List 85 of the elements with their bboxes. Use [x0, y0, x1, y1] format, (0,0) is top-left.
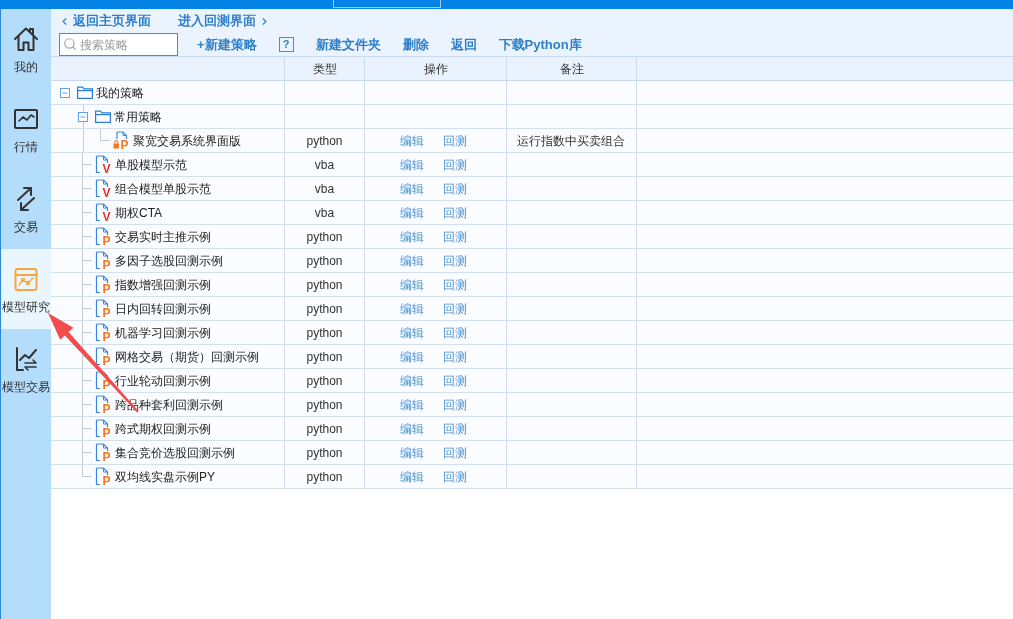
action-link[interactable]: 回测 — [443, 323, 467, 342]
action-link[interactable]: 回测 — [443, 419, 467, 438]
action-link[interactable]: 回测 — [443, 347, 467, 366]
table-cell-text: python — [306, 372, 343, 390]
action-link[interactable]: 编辑 — [400, 323, 424, 342]
tree-item-label[interactable]: 日内回转回测示例 — [115, 299, 211, 318]
action-link[interactable]: 编辑 — [400, 275, 424, 294]
action-link[interactable]: 编辑 — [400, 371, 424, 390]
collapse-icon[interactable] — [60, 87, 70, 98]
search-field[interactable]: 搜索策略 — [59, 33, 178, 56]
search-icon — [63, 37, 77, 51]
action-link[interactable]: 回测 — [443, 275, 467, 294]
table-cell-text: python — [306, 444, 343, 462]
action-link[interactable]: 回测 — [443, 443, 467, 462]
table-cell-text: vba — [314, 180, 335, 198]
table-cell-text: python — [306, 468, 343, 486]
action-link[interactable]: 回测 — [443, 251, 467, 270]
sidebar-item[interactable]: 模型研究 — [1, 249, 51, 329]
chart-arrows-icon — [13, 346, 39, 372]
action-link[interactable]: 回测 — [443, 395, 467, 414]
action-link[interactable]: 回测 — [443, 155, 467, 174]
collapse-icon[interactable] — [78, 111, 88, 122]
tree-item-label[interactable]: 跨式期权回测示例 — [115, 419, 211, 438]
action-link[interactable]: 编辑 — [400, 347, 424, 366]
tree-item-label[interactable]: 机器学习回测示例 — [115, 323, 211, 342]
action-link[interactable]: 编辑 — [400, 395, 424, 414]
action-link[interactable]: 回测 — [443, 131, 467, 150]
tree-item-label[interactable]: 集合竞价选股回测示例 — [115, 443, 235, 462]
action-link[interactable]: 回测 — [443, 179, 467, 198]
action-link[interactable]: 编辑 — [400, 155, 424, 174]
column-header: 备注 — [559, 60, 584, 78]
action-link[interactable]: 编辑 — [400, 299, 424, 318]
home-icon — [13, 26, 39, 52]
table-cell-text: vba — [314, 204, 335, 222]
table-cell-text: python — [306, 132, 343, 150]
table-cell-text: vba — [314, 156, 335, 174]
table-cell-text: python — [306, 324, 343, 342]
action-link[interactable]: 编辑 — [400, 467, 424, 486]
folder-icon — [77, 86, 93, 99]
table-cell-text: python — [306, 348, 343, 366]
tree-item-label[interactable]: 聚宽交易系统界面版 — [133, 131, 241, 150]
table-cell-text: python — [306, 252, 343, 270]
action-link[interactable]: 回测 — [443, 227, 467, 246]
toolbar-link[interactable]: 新建文件夹 — [315, 34, 381, 55]
action-link[interactable]: 编辑 — [400, 227, 424, 246]
action-link[interactable]: 编辑 — [400, 443, 424, 462]
tree-item-label[interactable]: 网格交易（期货）回测示例 — [115, 347, 259, 366]
action-link[interactable]: 编辑 — [400, 203, 424, 222]
table-cell-text: python — [306, 420, 343, 438]
tree-item-label[interactable]: 期权CTA — [115, 203, 163, 222]
box-chart-icon — [13, 266, 39, 292]
table-cell-text: python — [306, 396, 343, 414]
action-link[interactable]: 回测 — [443, 467, 467, 486]
column-header: 类型 — [312, 60, 337, 78]
toolbar-link[interactable]: +新建策略 — [197, 34, 257, 55]
toolbar-link[interactable]: 下载Python库 — [498, 34, 582, 55]
tree-item-label[interactable]: 我的策略 — [96, 83, 144, 102]
column-header: 操作 — [423, 60, 448, 78]
help-button[interactable]: ? — [278, 37, 294, 52]
action-link[interactable]: 回测 — [443, 371, 467, 390]
tree-item-label[interactable]: 组合模型单股示范 — [115, 179, 211, 198]
search-field[interactable] — [333, 0, 441, 8]
table-cell-text: python — [306, 276, 343, 294]
toolbar-link[interactable]: 删除 — [402, 34, 429, 55]
tree-item-label[interactable]: 双均线实盘示例PY — [115, 467, 215, 486]
table-cell-text: python — [306, 228, 343, 246]
table-cell-text: python — [306, 300, 343, 318]
tree-item-label[interactable]: 交易实时主推示例 — [115, 227, 211, 246]
toolbar-link[interactable]: 返回 — [450, 34, 477, 55]
action-link[interactable]: 回测 — [443, 299, 467, 318]
action-link[interactable]: 编辑 — [400, 419, 424, 438]
tree-item-label[interactable]: 常用策略 — [114, 107, 162, 126]
table-cell-text: 运行指数中买卖组合 — [517, 132, 625, 150]
line-chart-icon — [13, 106, 39, 132]
tree-item-label[interactable]: 行业轮动回测示例 — [115, 371, 211, 390]
tree-item-label[interactable]: 单股模型示范 — [115, 155, 187, 174]
forward-link[interactable]: 进入回测界面 — [178, 11, 270, 31]
tree-item-label[interactable]: 指数增强回测示例 — [115, 275, 211, 294]
action-link[interactable]: 编辑 — [400, 131, 424, 150]
folder-icon — [95, 110, 111, 123]
action-link[interactable]: 编辑 — [400, 179, 424, 198]
tree-item-label[interactable]: 多因子选股回测示例 — [115, 251, 223, 270]
back-link[interactable]: 返回主页界面 — [59, 11, 151, 31]
action-link[interactable]: 回测 — [443, 203, 467, 222]
action-link[interactable]: 编辑 — [400, 251, 424, 270]
